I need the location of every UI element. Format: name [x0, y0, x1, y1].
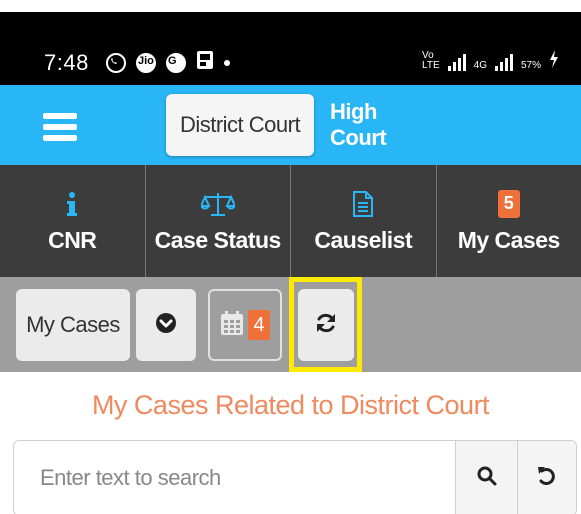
- calendar-count-badge: 4: [248, 310, 270, 340]
- nav-label-my-cases: My Cases: [457, 226, 561, 253]
- calendar-button[interactable]: 4: [208, 289, 282, 361]
- nav-label-causelist: Causelist: [314, 226, 413, 253]
- nav-item-my-cases[interactable]: 5 My Cases: [437, 165, 581, 277]
- tab-high-court[interactable]: High Court: [330, 94, 434, 156]
- status-left-icons: Jio G: [106, 50, 230, 76]
- nav-label-cnr: CNR: [48, 226, 97, 253]
- scales-icon: [200, 189, 235, 219]
- network-4g-label: 4G: [473, 60, 487, 71]
- top-gap: [0, 0, 581, 12]
- search-button[interactable]: [455, 441, 517, 514]
- nav-item-case-status[interactable]: Case Status: [146, 165, 291, 277]
- hamburger-menu-icon[interactable]: [43, 113, 77, 141]
- battery-level: 57%: [520, 60, 541, 71]
- jio-icon: Jio: [136, 53, 156, 73]
- page-title: My Cases Related to District Court: [91, 390, 490, 420]
- info-icon: [66, 189, 78, 219]
- calendar-icon: [220, 310, 244, 341]
- refresh-icon: [315, 312, 337, 339]
- undo-icon: [537, 465, 557, 492]
- notification-dot-icon: [224, 60, 230, 66]
- main-nav: CNR Case Status Causelist 5 My Cases: [0, 165, 581, 277]
- my-cases-badge-wrap: 5: [497, 189, 520, 219]
- tab-district-court[interactable]: District Court: [166, 94, 314, 156]
- charging-icon: [549, 50, 559, 71]
- nav-item-cnr[interactable]: CNR: [0, 165, 146, 277]
- reset-button[interactable]: [517, 441, 576, 514]
- volte-icon: Vo LTE: [422, 50, 440, 71]
- google-icon: G: [166, 53, 186, 73]
- dropdown-button[interactable]: [136, 289, 196, 361]
- signal-icon-1: [447, 53, 466, 71]
- nav-item-causelist[interactable]: Causelist: [291, 165, 437, 277]
- refresh-button[interactable]: [298, 289, 354, 361]
- whatsapp-icon: [106, 53, 126, 73]
- signal-icon-2: [494, 53, 513, 71]
- search-input[interactable]: [14, 441, 454, 514]
- gallery-icon: [196, 50, 214, 76]
- status-time: 7:48: [44, 50, 89, 75]
- status-bar: 7:48 Jio G Vo LTE 4G 57%: [0, 0, 581, 85]
- nav-label-case-status: Case Status: [154, 226, 282, 253]
- document-icon: [353, 189, 374, 219]
- chevron-circle-down-icon: [155, 312, 177, 339]
- my-cases-button[interactable]: My Cases: [16, 289, 130, 361]
- search-icon: [477, 466, 497, 491]
- status-right-icons: Vo LTE 4G 57%: [422, 50, 559, 71]
- my-cases-count-badge: 5: [497, 189, 520, 218]
